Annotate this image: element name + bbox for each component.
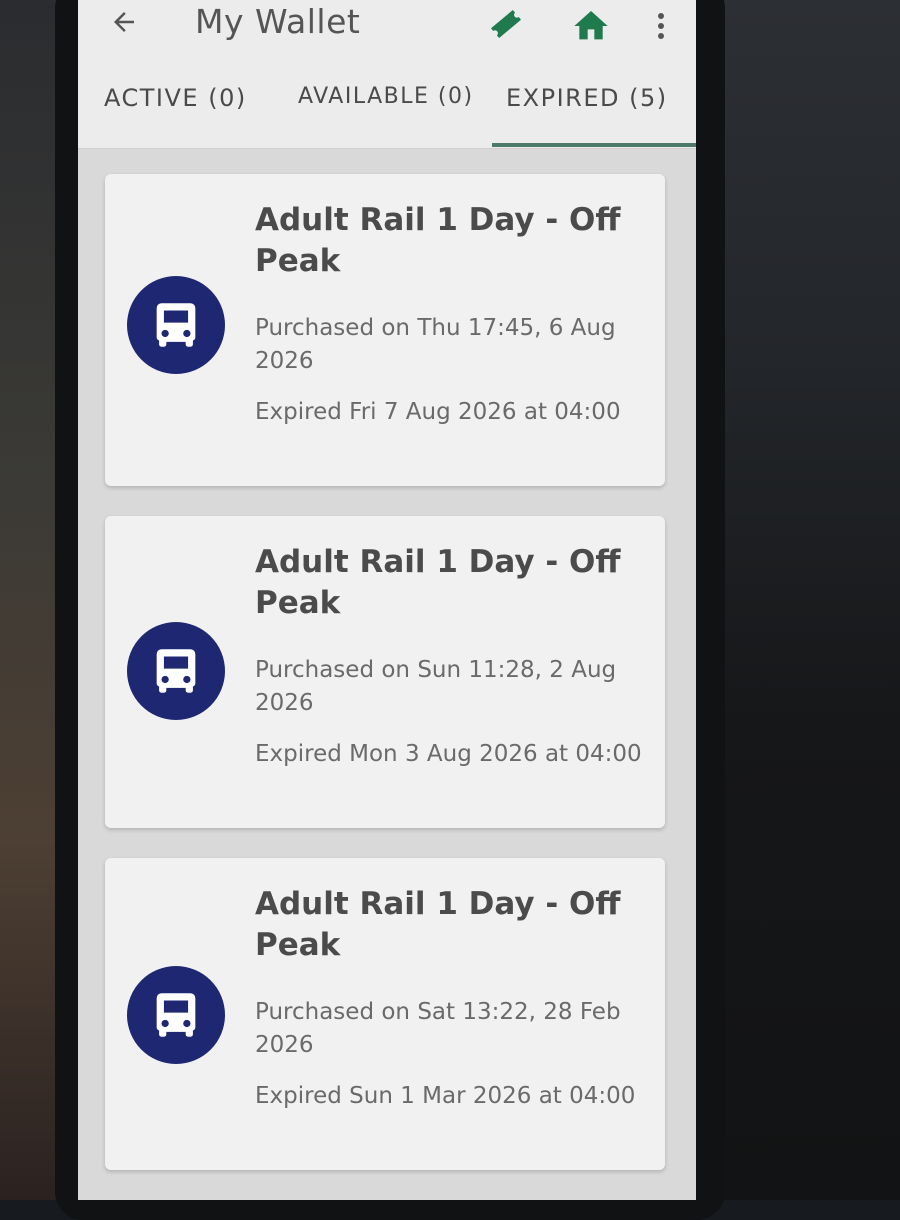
arrow-left-icon bbox=[114, 12, 134, 32]
app-toolbar: My Wallet bbox=[78, 0, 696, 60]
tab-expired[interactable]: EXPIRED (5) bbox=[506, 84, 668, 112]
wallet-tabs: ACTIVE (0) AVAILABLE (0) EXPIRED (5) bbox=[78, 60, 696, 149]
photo-background-left bbox=[0, 0, 60, 1200]
tickets-button[interactable] bbox=[486, 4, 526, 44]
selected-tab-indicator bbox=[492, 143, 696, 147]
bus-icon bbox=[156, 649, 196, 693]
purchase-date: Purchased on Sat 13:22, 28 Feb 2026 bbox=[255, 999, 621, 1058]
back-button[interactable] bbox=[106, 4, 142, 40]
more-vertical-icon bbox=[658, 13, 664, 39]
more-options-button[interactable] bbox=[646, 6, 676, 46]
ticket-card[interactable]: Adult Rail 1 Day - Off Peak Purchased on… bbox=[105, 516, 665, 828]
ticket-avatar bbox=[127, 276, 225, 374]
home-button[interactable] bbox=[571, 6, 611, 46]
expiry-date: Expired Fri 7 Aug 2026 at 04:00 bbox=[255, 399, 621, 425]
bus-icon bbox=[156, 303, 196, 347]
expiry-date: Expired Mon 3 Aug 2026 at 04:00 bbox=[255, 741, 642, 767]
ticket-icon bbox=[491, 9, 521, 39]
page-title: My Wallet bbox=[195, 2, 361, 41]
tab-active[interactable]: ACTIVE (0) bbox=[104, 84, 247, 112]
phone-screen: My Wallet ACTIVE (0) AVAILABLE (0) EXPIR… bbox=[78, 0, 696, 1200]
bus-icon bbox=[156, 993, 196, 1037]
ticket-name: Adult Rail 1 Day - Off Peak bbox=[255, 544, 621, 621]
ticket-avatar bbox=[127, 966, 225, 1064]
purchase-date: Purchased on Thu 17:45, 6 Aug 2026 bbox=[255, 315, 616, 374]
ticket-name: Adult Rail 1 Day - Off Peak bbox=[255, 202, 621, 279]
expiry-date: Expired Sun 1 Mar 2026 at 04:00 bbox=[255, 1083, 636, 1109]
purchase-date: Purchased on Sun 11:28, 2 Aug 2026 bbox=[255, 657, 617, 716]
ticket-name: Adult Rail 1 Day - Off Peak bbox=[255, 886, 621, 963]
home-icon bbox=[574, 11, 608, 40]
ticket-card[interactable]: Adult Rail 1 Day - Off Peak Purchased on… bbox=[105, 858, 665, 1170]
ticket-card[interactable]: Adult Rail 1 Day - Off Peak Purchased on… bbox=[105, 174, 665, 486]
ticket-avatar bbox=[127, 622, 225, 720]
photo-background-right bbox=[705, 0, 900, 1200]
tab-available[interactable]: AVAILABLE (0) bbox=[298, 84, 474, 109]
